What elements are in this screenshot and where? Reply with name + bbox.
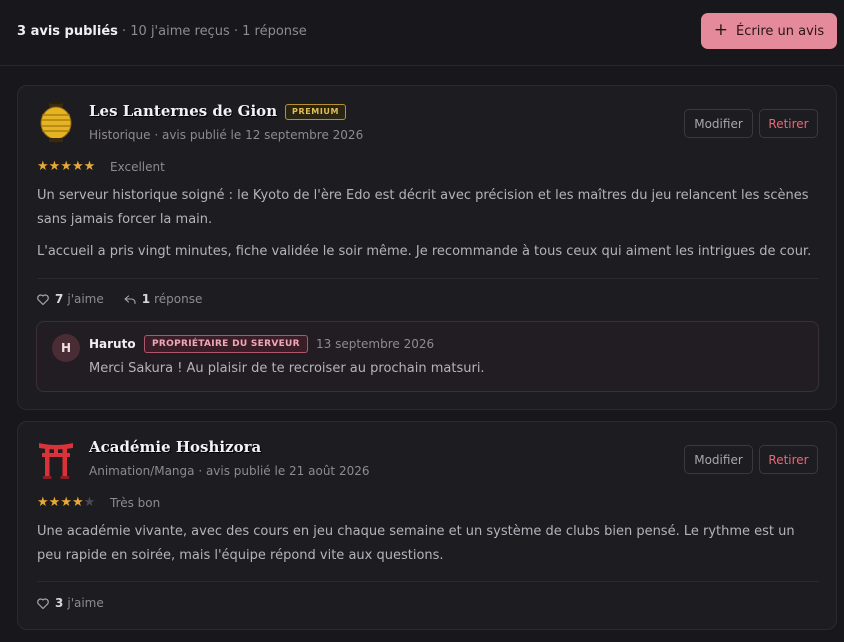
replies-count: · 1 réponse [229,24,307,39]
heart-icon [37,293,49,305]
like-button[interactable]: 3 j'aime [37,596,104,610]
torii-gate-icon [38,438,74,480]
like-label: j'aime [67,292,104,306]
published-count: 3 avis publiés [17,24,118,39]
review-card: Les Lanternes de Gion PREMIUM Historique… [17,85,837,410]
star-rating: ★★★★★ [37,495,95,510]
star-icon: ★ [60,159,72,174]
star-rating: ★★★★★ [37,159,95,174]
heart-icon [37,597,49,609]
reply-button[interactable]: 1 réponse [124,292,203,306]
rating-label: Très bon [110,496,161,510]
owner-reply: H Haruto PROPRIÉTAIRE DU SERVEUR 13 sept… [36,321,819,392]
write-review-label: Écrire un avis [736,23,825,39]
star-icon: ★ [71,159,84,174]
star-icon: ★ [37,495,49,510]
divider [37,581,819,582]
reply-label: réponse [154,292,203,306]
like-count: 7 [55,292,64,306]
review-meta: Historique · avis publié le 12 septembre… [89,128,364,142]
lantern-icon [38,102,74,144]
star-empty-icon: ★ [83,495,96,510]
edit-review-button[interactable]: Modifier [684,109,753,138]
review-paragraph: Une académie vivante, avec des cours en … [37,524,795,563]
premium-badge: PREMIUM [285,104,347,120]
star-icon: ★ [71,495,84,510]
like-button[interactable]: 7 j'aime [37,292,104,306]
reply-text: Merci Sakura ! Au plaisir de te recroise… [89,361,485,376]
star-icon: ★ [60,495,72,510]
plus-icon: + [713,19,729,40]
star-icon: ★ [83,159,96,174]
like-count: 3 [55,596,64,610]
review-card: Académie Hoshizora Animation/Manga · avi… [17,421,837,630]
review-footer: 3 j'aime [37,596,104,610]
reply-count: 1 [141,292,151,306]
like-label: j'aime [67,596,104,610]
edit-review-button[interactable]: Modifier [684,445,753,474]
review-meta: Animation/Manga · avis publié le 21 août… [89,464,370,478]
reviews-summary: 3 avis publiés · 10 j'aime reçus · 1 rép… [17,24,307,39]
divider [37,278,819,279]
star-icon: ★ [48,495,61,510]
review-paragraph: Un serveur historique soigné : le Kyoto … [37,188,809,227]
avatar: H [52,334,80,362]
review-paragraph: L'accueil a pris vingt minutes, fiche va… [37,244,812,259]
star-icon: ★ [48,159,61,174]
remove-review-button[interactable]: Retirer [759,109,818,138]
owner-badge: PROPRIÉTAIRE DU SERVEUR [144,335,308,353]
review-footer: 7 j'aime 1 réponse [37,292,202,306]
rating-label: Excellent [110,160,165,174]
star-icon: ★ [37,159,49,174]
reply-icon [124,294,136,304]
server-name[interactable]: Les Lanternes de Gion [89,102,277,120]
write-review-button[interactable]: + Écrire un avis [701,13,837,49]
likes-received-count: · 10 j'aime reçus [117,24,230,39]
reply-author: Haruto [89,337,136,351]
server-name[interactable]: Académie Hoshizora [89,438,261,456]
remove-review-button[interactable]: Retirer [759,445,818,474]
reply-date: 13 septembre 2026 [316,337,435,351]
reviews-header: 3 avis publiés · 10 j'aime reçus · 1 rép… [0,0,844,66]
